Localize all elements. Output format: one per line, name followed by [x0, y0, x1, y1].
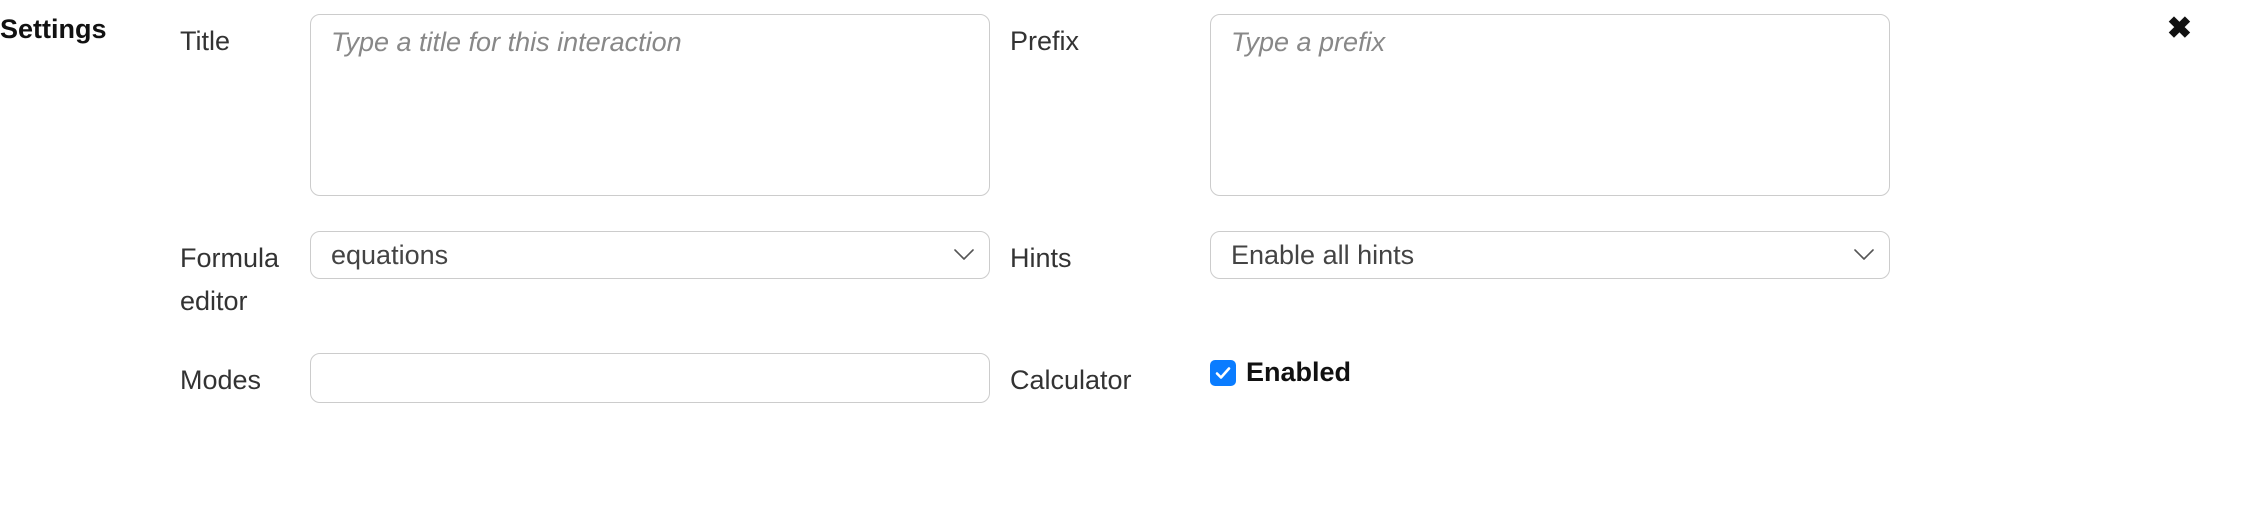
formula-editor-value: equations [331, 240, 448, 271]
calculator-check-label: Enabled [1246, 357, 1351, 388]
title-cell [310, 14, 1010, 201]
hints-label: Hints [1010, 231, 1210, 280]
settings-panel: Settings ✖ Title Prefix Formula editor e… [0, 0, 2244, 403]
form-grid: Title Prefix Formula editor equations Hi… [180, 14, 2244, 403]
calculator-row: Enabled [1210, 353, 1910, 388]
modes-cell [310, 353, 1010, 403]
modes-label: Modes [180, 353, 310, 402]
title-input[interactable] [310, 14, 990, 196]
section-heading: Settings [0, 14, 120, 45]
calculator-cell: Enabled [1210, 353, 1910, 388]
hints-select[interactable]: Enable all hints [1210, 231, 1890, 279]
check-icon [1214, 364, 1232, 382]
prefix-label: Prefix [1010, 14, 1210, 63]
formula-editor-label: Formula editor [180, 231, 310, 323]
title-label: Title [180, 14, 310, 63]
close-icon: ✖ [2167, 12, 2192, 45]
hints-cell: Enable all hints [1210, 231, 1910, 279]
calculator-label: Calculator [1010, 353, 1210, 402]
prefix-cell [1210, 14, 1910, 201]
hints-value: Enable all hints [1231, 240, 1414, 271]
close-button[interactable]: ✖ [2167, 14, 2192, 44]
prefix-input[interactable] [1210, 14, 1890, 196]
formula-editor-cell: equations [310, 231, 1010, 279]
modes-input[interactable] [310, 353, 990, 403]
formula-editor-select[interactable]: equations [310, 231, 990, 279]
calculator-checkbox[interactable] [1210, 360, 1236, 386]
